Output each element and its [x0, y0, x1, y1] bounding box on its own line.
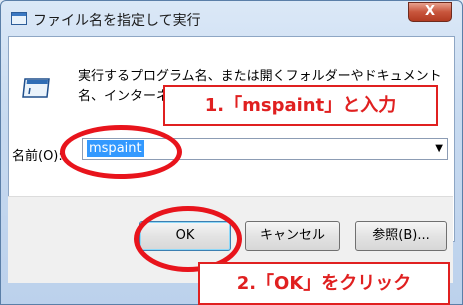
step2-callout: 2.「OK」をクリック	[198, 262, 450, 305]
step1-callout: 1.「mspaint」と入力	[163, 85, 438, 126]
browse-button[interactable]: 参照(B)...	[355, 221, 447, 251]
chevron-down-icon[interactable]: ▼	[435, 143, 443, 154]
cancel-button[interactable]: キャンセル	[245, 221, 340, 251]
name-label: 名前(O):	[12, 149, 63, 164]
input-highlight-circle	[60, 125, 182, 179]
run-program-icon	[22, 78, 50, 98]
close-icon: X	[424, 4, 436, 19]
run-app-icon	[11, 12, 27, 25]
close-button[interactable]: X	[408, 2, 452, 22]
window-title: ファイル名を指定して実行	[33, 13, 201, 29]
title-bar[interactable]: ファイル名を指定して実行 X	[1, 1, 462, 37]
